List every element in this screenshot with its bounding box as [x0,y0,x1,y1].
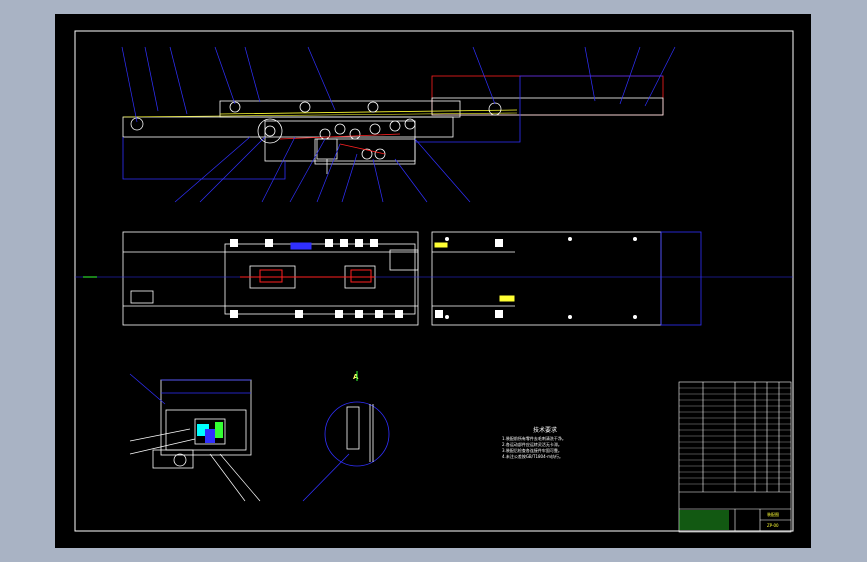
plan-view [122,231,702,326]
drawing-number: ZP-00 [767,523,779,528]
drawing-sheet: A 技术要求 1.装配前所有零件去毛刺清洗干净。 2.各运动部件应运转灵活无卡滞… [74,30,794,533]
side-section-accents [197,422,223,443]
drawing-name: 装配图 [767,511,779,517]
cad-viewport[interactable]: A 技术要求 1.装配前所有零件去毛刺清洗干净。 2.各运动部件应运转灵活无卡滞… [55,14,811,548]
title-block-stamp [679,510,729,530]
sheet-border [74,30,794,532]
tech-req-title: 技术要求 [533,426,557,434]
main-elevation-view [122,75,664,180]
tech-req-item-3: 3.装配后检查各连接件牢固可靠。 [502,447,562,453]
section-marker: A [353,373,359,381]
tech-req-item-1: 1.装配前所有零件去毛刺清洗干净。 [502,435,566,441]
detail-view [302,401,390,502]
tech-req-item-2: 2.各运动部件应运转灵活无卡滞。 [502,441,562,447]
title-block [678,381,792,533]
tech-req-item-4: 4.未注公差按GB/T1804-m执行。 [502,453,563,459]
